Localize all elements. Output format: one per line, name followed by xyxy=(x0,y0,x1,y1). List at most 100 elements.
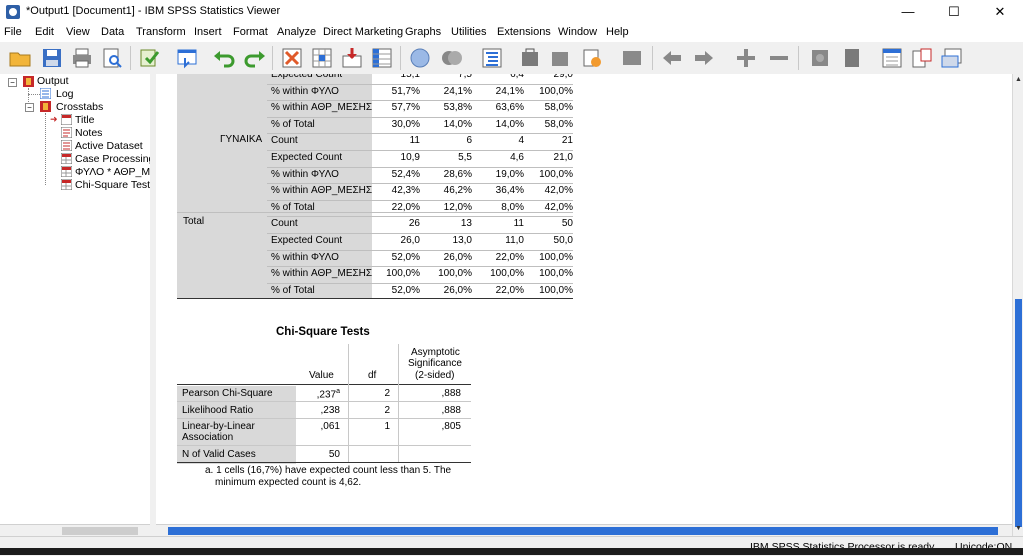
menu-extensions[interactable]: Extensions xyxy=(497,26,551,38)
minimize-button[interactable]: — xyxy=(885,0,931,24)
hide-icon[interactable] xyxy=(840,46,864,70)
insert-title-icon[interactable] xyxy=(910,46,934,70)
goto-variable-icon[interactable] xyxy=(340,46,364,70)
crosstab-value-cell: 19,0% xyxy=(495,168,524,180)
menu-direct-marketing[interactable]: Direct Marketing xyxy=(323,26,403,38)
window-title: *Output1 [Document1] - IBM SPSS Statisti… xyxy=(26,5,281,17)
tree-item-crosstabs[interactable]: Crosstabs xyxy=(56,101,103,113)
demote-icon[interactable] xyxy=(548,46,572,70)
menu-data[interactable]: Data xyxy=(101,26,124,38)
crosstab-value-cell: 12,0% xyxy=(443,201,472,213)
scrollbar-thumb[interactable] xyxy=(168,527,998,535)
chi-df-cell: 2 xyxy=(384,405,390,416)
tree-item-active-dataset[interactable]: Active Dataset xyxy=(75,140,143,152)
dataset-icon xyxy=(61,140,72,151)
select-last-output-icon[interactable] xyxy=(408,46,432,70)
chi-row-label: Likelihood Ratio xyxy=(182,405,254,416)
scroll-up-arrow-icon[interactable]: ▲ xyxy=(1014,75,1023,84)
menu-insert[interactable]: Insert xyxy=(194,26,222,38)
crosstab-value-cell: 21 xyxy=(561,135,573,147)
crosstab-value-cell: 14,0% xyxy=(495,118,524,130)
chi-sig-cell: ,888 xyxy=(441,388,461,399)
promote-icon[interactable] xyxy=(518,46,542,70)
log-icon xyxy=(40,88,51,99)
goto-case-icon[interactable] xyxy=(310,46,334,70)
arrow-right-icon[interactable] xyxy=(692,46,716,70)
menu-analyze[interactable]: Analyze xyxy=(277,26,316,38)
menu-help[interactable]: Help xyxy=(606,26,629,38)
content-vertical-scrollbar[interactable]: ▲ ▼ xyxy=(1012,74,1023,536)
variables-icon[interactable] xyxy=(370,46,394,70)
crosstab-value-cell: 5,5 xyxy=(458,152,472,163)
show-icon[interactable] xyxy=(808,46,832,70)
menu-view[interactable]: View xyxy=(66,26,90,38)
designated-window-icon[interactable] xyxy=(440,46,464,70)
recall-dialog-icon[interactable] xyxy=(175,46,199,70)
output-content-pane: ΓΥΝΑΙΚΑ Total Expected Count 15,1 7,5 6,4 29… xyxy=(156,74,1012,525)
chi-row-label-line2: Association xyxy=(182,432,234,443)
menu-file[interactable]: File xyxy=(4,26,22,38)
save-icon[interactable] xyxy=(40,46,64,70)
tree-connector xyxy=(45,113,46,185)
tree-item-log[interactable]: Log xyxy=(56,88,74,100)
menu-window[interactable]: Window xyxy=(558,26,597,38)
goto-data-icon[interactable] xyxy=(280,46,304,70)
undo-icon[interactable] xyxy=(212,46,236,70)
crosstab-stat-label: % within ΑΘΡ_ΜΕΣΗΣ xyxy=(271,268,373,280)
export-icon[interactable] xyxy=(138,46,162,70)
tree-item-title[interactable]: Title xyxy=(75,114,94,126)
row-divider xyxy=(177,418,471,419)
crosstab-row-line xyxy=(267,282,573,284)
scrollbar-thumb[interactable] xyxy=(1015,299,1022,527)
tree-item-notes[interactable]: Notes xyxy=(75,127,102,139)
crosstab-value-cell: 29,0 xyxy=(553,74,573,80)
arrow-left-icon[interactable] xyxy=(660,46,684,70)
insert-heading-icon[interactable] xyxy=(880,46,904,70)
header-significance-line1: Asymptotic xyxy=(411,347,460,358)
crosstab-value-cell: 30,0% xyxy=(391,118,420,130)
open-folder-icon[interactable] xyxy=(8,46,32,70)
scrollbar-thumb[interactable] xyxy=(62,527,138,535)
menu-transform[interactable]: Transform xyxy=(136,26,186,38)
expand-plus-icon[interactable] xyxy=(734,46,758,70)
menu-edit[interactable]: Edit xyxy=(35,26,54,38)
crosstab-value-cell: 100,0% xyxy=(490,268,524,280)
crosstab-value-cell: 13,0 xyxy=(452,235,472,246)
crosstab-row-line xyxy=(267,233,573,234)
collapse-minus-icon[interactable] xyxy=(767,46,791,70)
script-icon[interactable] xyxy=(580,46,604,70)
menu-graphs[interactable]: Graphs xyxy=(405,26,441,38)
collapse-toggle[interactable]: − xyxy=(8,78,17,87)
crosstab-value-cell: 6,4 xyxy=(510,74,524,80)
crosstab-stat-label: Count xyxy=(271,135,298,147)
crosstab-row-line xyxy=(267,166,573,168)
menu-format[interactable]: Format xyxy=(233,26,268,38)
insert-text-icon[interactable] xyxy=(940,46,964,70)
menu-utilities[interactable]: Utilities xyxy=(451,26,486,38)
tree-item-chi-square[interactable]: Chi-Square Tests xyxy=(75,179,155,191)
tree-item-case-processing[interactable]: Case Processing xyxy=(75,153,154,165)
taskbar xyxy=(0,548,1023,555)
crosstab-value-cell: 24,1% xyxy=(443,85,472,97)
crosstab-table: ΓΥΝΑΙΚΑ Total Expected Count 15,1 7,5 6,4 29… xyxy=(177,74,573,299)
crosstab-value-cell: 50,0 xyxy=(553,235,573,246)
print-preview-icon[interactable] xyxy=(100,46,124,70)
crosstab-stat-label: Expected Count xyxy=(271,152,343,163)
collapse-toggle[interactable]: − xyxy=(25,103,34,112)
toolbar-separator xyxy=(798,46,799,70)
crosstab-value-cell: 51,7% xyxy=(391,85,420,97)
close-button[interactable]: ✕ xyxy=(977,0,1023,24)
print-icon[interactable] xyxy=(70,46,94,70)
crosstab-row-line xyxy=(267,249,573,251)
maximize-button[interactable]: ☐ xyxy=(931,0,977,24)
scroll-down-arrow-icon[interactable]: ▼ xyxy=(1014,524,1023,533)
crosstab-value-cell: 7,5 xyxy=(458,74,472,80)
crosstab-value-cell: 4 xyxy=(518,135,524,147)
redo-icon[interactable] xyxy=(243,46,267,70)
table-header-line xyxy=(177,384,471,385)
tree-item-output[interactable]: Output xyxy=(37,75,69,87)
toolbar xyxy=(0,42,1023,75)
crosstab-value-cell: 6 xyxy=(466,135,472,147)
outline-icon[interactable] xyxy=(480,46,504,70)
show-hide-icon[interactable] xyxy=(620,46,644,70)
